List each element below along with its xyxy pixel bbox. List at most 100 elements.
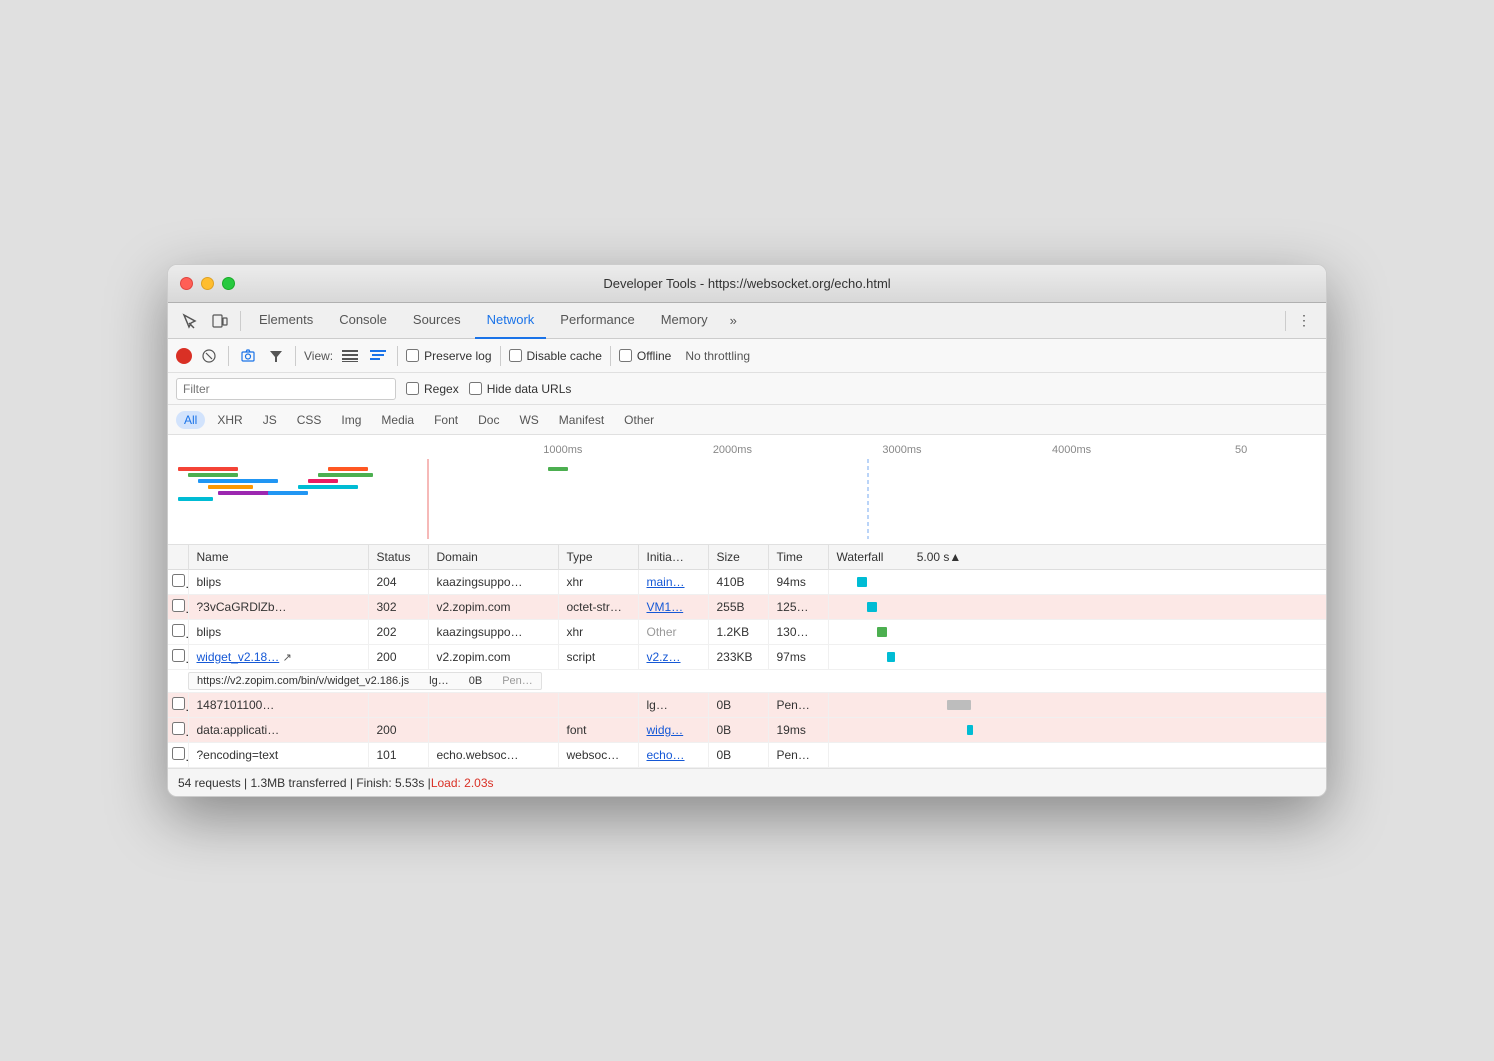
type-btn-media[interactable]: Media [373, 411, 422, 429]
maximize-button[interactable] [222, 277, 235, 290]
row-name[interactable]: blips [188, 620, 368, 645]
header-type[interactable]: Type [558, 545, 638, 570]
devtools-window: Developer Tools - https://websocket.org/… [167, 264, 1327, 797]
row-name[interactable]: widget_v2.18… ↗ [188, 645, 368, 670]
tab-console[interactable]: Console [327, 303, 399, 339]
header-waterfall[interactable]: Waterfall 5.00 s▲ [828, 545, 1326, 570]
row-domain [428, 718, 558, 743]
filter-input[interactable] [176, 378, 396, 400]
close-button[interactable] [180, 277, 193, 290]
row-waterfall [828, 595, 1326, 620]
timescale-3000: 3000ms [817, 444, 987, 456]
row-size: 0B [708, 693, 768, 718]
type-btn-all[interactable]: All [176, 411, 205, 429]
offline-checkbox[interactable]: Offline [619, 349, 671, 363]
table-row: ?3vCaGRDlZb… 302 v2.zopim.com octet-str…… [168, 595, 1326, 620]
row-domain: kaazingsuppo… [428, 620, 558, 645]
header-initiator[interactable]: Initia… [638, 545, 708, 570]
header-domain[interactable]: Domain [428, 545, 558, 570]
more-options-icon[interactable]: ⋮ [1290, 307, 1318, 335]
waterfall-bars [168, 459, 1326, 539]
timescale-2000: 2000ms [648, 444, 818, 456]
type-btn-css[interactable]: CSS [289, 411, 330, 429]
disable-cache-checkbox[interactable]: Disable cache [509, 349, 602, 363]
type-btn-img[interactable]: Img [333, 411, 369, 429]
timescale-5000: 50 [1156, 444, 1326, 456]
tab-sources[interactable]: Sources [401, 303, 473, 339]
row-initiator[interactable]: echo… [638, 743, 708, 768]
row-name[interactable]: ?encoding=text [188, 743, 368, 768]
row-name[interactable]: ?3vCaGRDlZb… [188, 595, 368, 620]
row-size: 0B [708, 718, 768, 743]
row-time: Pen… [768, 693, 828, 718]
row-status: 202 [368, 620, 428, 645]
row-checkbox[interactable] [168, 743, 188, 768]
row-checkbox[interactable] [168, 693, 188, 718]
row-name[interactable]: blips [188, 570, 368, 595]
preserve-log-checkbox[interactable]: Preserve log [406, 349, 491, 363]
waterfall-view-icon[interactable] [367, 345, 389, 367]
header-name[interactable]: Name [188, 545, 368, 570]
row-checkbox[interactable] [168, 645, 188, 670]
record-button[interactable] [176, 348, 192, 364]
table-row: 1487101100… lg… 0B Pen… [168, 693, 1326, 718]
row-initiator[interactable]: VM1… [638, 595, 708, 620]
header-size[interactable]: Size [708, 545, 768, 570]
device-toolbar-icon[interactable] [206, 307, 234, 335]
row-type: font [558, 718, 638, 743]
row-name[interactable]: 1487101100… [188, 693, 368, 718]
tab-memory[interactable]: Memory [649, 303, 720, 339]
row-waterfall [828, 743, 1326, 768]
row-checkbox[interactable] [168, 595, 188, 620]
row-type: octet-str… [558, 595, 638, 620]
row-waterfall [828, 645, 1326, 670]
network-table: Name Status Domain Type Initia… Size Tim… [168, 545, 1326, 768]
type-btn-manifest[interactable]: Manifest [551, 411, 612, 429]
row-checkbox[interactable] [168, 620, 188, 645]
row-checkbox[interactable] [168, 718, 188, 743]
status-bar: 54 requests | 1.3MB transferred | Finish… [168, 768, 1326, 796]
tab-performance[interactable]: Performance [548, 303, 646, 339]
network-toolbar: View: Preserve log Disable cache [168, 339, 1326, 373]
tab-elements[interactable]: Elements [247, 303, 325, 339]
row-initiator[interactable]: widg… [638, 718, 708, 743]
type-btn-xhr[interactable]: XHR [209, 411, 250, 429]
row-size: 233KB [708, 645, 768, 670]
row-time: 125… [768, 595, 828, 620]
waterfall-chart: 1000ms 2000ms 3000ms 4000ms 50 [168, 435, 1326, 545]
header-time[interactable]: Time [768, 545, 828, 570]
timescale: 1000ms 2000ms 3000ms 4000ms 50 [168, 441, 1326, 459]
tooltip-time: Pen… [502, 675, 533, 687]
row-type: script [558, 645, 638, 670]
inspect-icon[interactable] [176, 307, 204, 335]
regex-checkbox[interactable]: Regex [406, 382, 459, 396]
row-initiator[interactable]: main… [638, 570, 708, 595]
type-btn-other[interactable]: Other [616, 411, 662, 429]
tooltip-init: lg… [429, 675, 449, 687]
tab-network[interactable]: Network [475, 303, 547, 339]
row-type: websoc… [558, 743, 638, 768]
list-view-icon[interactable] [339, 345, 361, 367]
type-btn-font[interactable]: Font [426, 411, 466, 429]
header-status[interactable]: Status [368, 545, 428, 570]
row-domain: v2.zopim.com [428, 645, 558, 670]
row-initiator[interactable]: v2.z… [638, 645, 708, 670]
row-checkbox[interactable] [168, 570, 188, 595]
hide-data-urls-checkbox[interactable]: Hide data URLs [469, 382, 572, 396]
row-name[interactable]: data:applicati… [188, 718, 368, 743]
row-initiator[interactable]: lg… [638, 693, 708, 718]
row-status [368, 693, 428, 718]
minimize-button[interactable] [201, 277, 214, 290]
type-btn-js[interactable]: JS [255, 411, 285, 429]
timescale-4000: 4000ms [987, 444, 1157, 456]
toolbar-sep-3 [397, 346, 398, 366]
more-tabs-button[interactable]: » [722, 313, 745, 328]
camera-icon[interactable] [237, 345, 259, 367]
table-body: blips 204 kaazingsuppo… xhr main… 410B 9… [168, 570, 1326, 768]
filter-icon[interactable] [265, 345, 287, 367]
type-btn-doc[interactable]: Doc [470, 411, 507, 429]
timescale-1000: 1000ms [478, 444, 648, 456]
filter-row: Regex Hide data URLs [168, 373, 1326, 405]
clear-icon[interactable] [198, 345, 220, 367]
type-btn-ws[interactable]: WS [511, 411, 546, 429]
